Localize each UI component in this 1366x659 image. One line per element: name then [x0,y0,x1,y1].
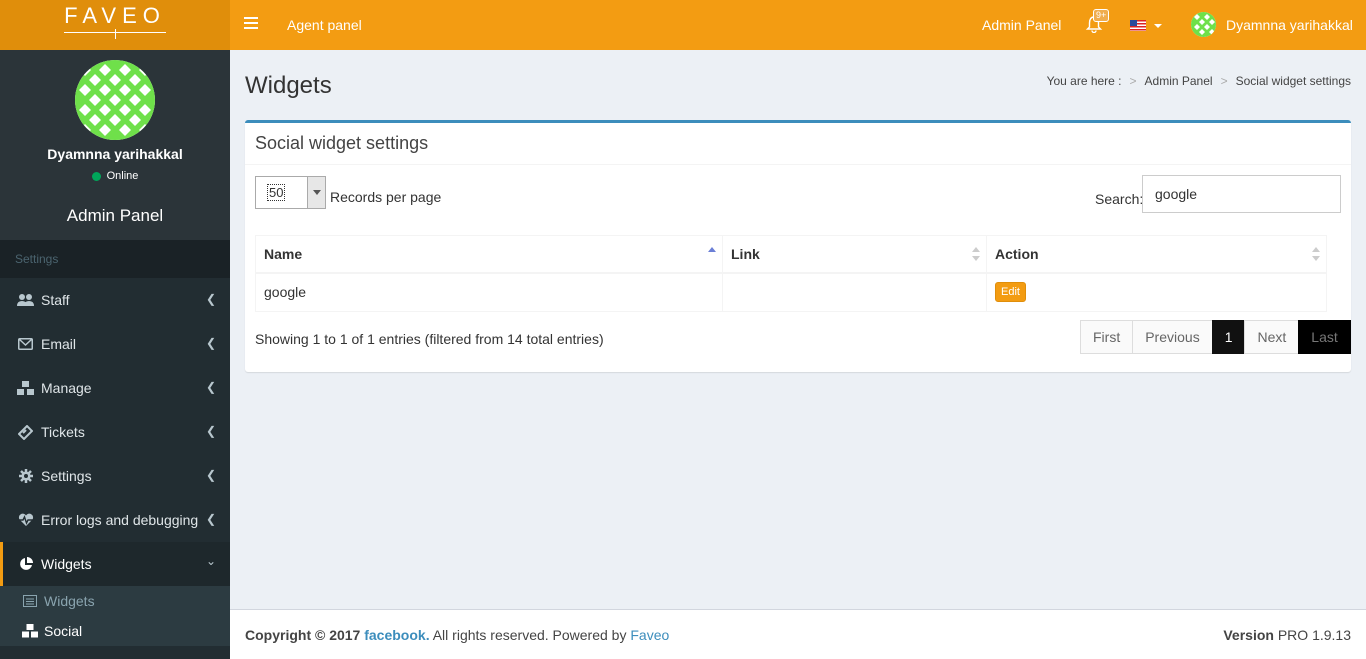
box-title: Social widget settings [245,123,1351,165]
user-panel: Dyamnna yarihakkal Online Admin Panel [0,50,230,240]
chevron-down-icon[interactable] [1154,24,1162,28]
sidebar-item-staff[interactable]: Staff ❮ [0,278,230,322]
breadcrumb-current: Social widget settings [1235,74,1351,88]
logo-text: FAVEO [64,5,166,39]
sidebar-item-error-logs[interactable]: Error logs and debugging ❮ [0,498,230,542]
chevron-left-icon: ❮ [205,336,216,350]
table-header-row: Name Link Action [255,235,1327,274]
us-flag-icon[interactable] [1130,20,1146,31]
breadcrumb-prefix: You are here : [1046,74,1122,88]
column-header-link[interactable]: Link [722,235,987,274]
sidebar-item-label: Manage [41,380,92,396]
pagination-first[interactable]: First [1080,320,1134,354]
sidebar-item-label: Widgets [41,556,92,572]
status-text: Online [106,170,139,182]
pagination-page-1[interactable]: 1 [1211,320,1246,354]
cubes-icon [17,380,34,397]
pagination-previous[interactable]: Previous [1132,320,1213,354]
navbar-user-name: Dyamnna yarihakkal [1226,16,1353,33]
cell-link [722,272,987,312]
sidebar-item-label: Settings [41,468,92,484]
footer-copyright: Copyright © 2017 facebook. All rights re… [245,627,670,643]
sidebar-toggle-icon[interactable] [244,17,258,31]
sidebar-item-manage[interactable]: Manage ❮ [0,366,230,410]
search-label: Search: [1095,191,1144,207]
records-per-page-select[interactable]: 50 [255,176,326,209]
sort-both-icon [972,247,980,261]
logo[interactable]: FAVEO [0,0,230,50]
sidebar: FAVEO Dyamnna yarihakkal Online Admin Pa… [0,0,230,659]
menu-header: Settings [0,240,230,278]
social-widget-table: Name Link Action google Edit [255,235,1327,312]
edit-button[interactable]: Edit [995,282,1026,303]
sidebar-item-tickets[interactable]: Tickets ❮ [0,410,230,454]
top-navbar: Agent panel Admin Panel 9+ Dyamnna yarih… [230,0,1366,50]
sort-both-icon [1312,247,1320,261]
chevron-left-icon: ❮ [205,292,216,306]
table-row: google Edit [255,272,1327,312]
sort-asc-icon [708,247,716,252]
search-input[interactable] [1142,175,1341,213]
avatar [75,60,155,140]
sidebar-item-widgets[interactable]: Widgets ⌄ [0,542,230,586]
envelope-icon [17,336,34,353]
user-status: Online [0,170,230,182]
cubes-icon [22,623,38,639]
sidebar-item-label: Staff [41,292,70,308]
submenu-item-label: Widgets [44,593,95,609]
sidebar-panel-title: Admin Panel [66,206,164,225]
admin-panel-link[interactable]: Admin Panel [982,17,1061,33]
list-icon [22,593,38,609]
records-per-page-label: Records per page [330,189,442,205]
heartbeat-icon [17,512,34,529]
records-per-page-value: 50 [266,184,286,201]
breadcrumb-separator: > [1129,74,1137,88]
cell-name: google [255,272,723,312]
footer-version: Version PRO 1.9.13 [1223,627,1351,643]
ticket-icon [17,424,34,441]
breadcrumb: You are here : > Admin Panel > Social wi… [1047,74,1351,88]
chevron-left-icon: ❮ [205,512,216,526]
chevron-left-icon: ❮ [205,424,216,438]
user-menu[interactable]: Dyamnna yarihakkal [1191,12,1353,37]
table-info: Showing 1 to 1 of 1 entries (filtered fr… [255,331,604,347]
pagination: First Previous 1 Next Last [1080,320,1351,354]
pagination-last[interactable]: Last [1298,320,1351,354]
chevron-down-icon: ⌄ [205,554,216,568]
sidebar-item-label: Email [41,336,77,352]
pie-chart-icon [17,556,34,573]
company-link[interactable]: facebook. [364,627,429,643]
sidebar-item-email[interactable]: Email ❮ [0,322,230,366]
column-header-action[interactable]: Action [986,235,1327,274]
page-title: Widgets [245,72,332,99]
sidebar-user-name: Dyamnna yarihakkal [47,146,183,162]
sidebar-item-label: Error logs and debugging [41,512,199,528]
sidebar-item-label: Tickets [41,424,85,440]
submenu-item-label: Social [44,623,83,639]
chevron-left-icon: ❮ [205,468,216,482]
users-icon [17,292,34,309]
avatar [1191,12,1216,37]
social-widget-box: Social widget settings 50 Records per pa… [245,120,1351,372]
column-header-name[interactable]: Name [255,235,723,274]
notification-badge: 9+ [1093,9,1110,22]
footer: Copyright © 2017 facebook. All rights re… [230,609,1366,659]
gear-icon [17,468,34,485]
cell-action: Edit [986,272,1327,312]
breadcrumb-link-admin-panel[interactable]: Admin Panel [1145,74,1213,88]
status-dot-icon [91,171,101,181]
submenu-item-widgets[interactable]: Widgets [0,586,230,616]
faveo-link[interactable]: Faveo [630,627,669,643]
chevron-down-icon [307,177,325,208]
breadcrumb-separator: > [1220,74,1228,88]
agent-panel-link[interactable]: Agent panel [287,17,362,33]
sidebar-item-settings[interactable]: Settings ❮ [0,454,230,498]
submenu-item-social[interactable]: Social [0,616,230,646]
chevron-left-icon: ❮ [205,380,216,394]
pagination-next[interactable]: Next [1244,320,1300,354]
widgets-submenu: Widgets Social [0,586,230,646]
